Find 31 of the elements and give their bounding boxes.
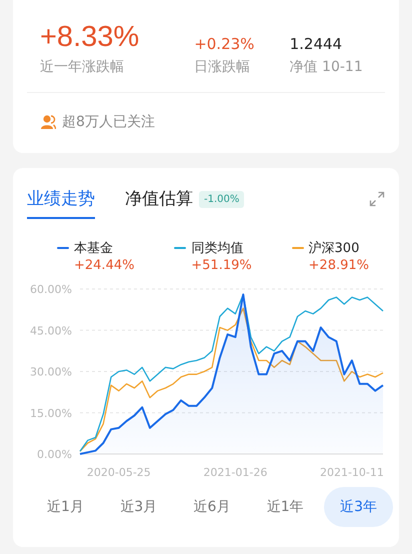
followers-text: 超8万人已关注 bbox=[62, 113, 155, 131]
stat-label: 净值 10-11 bbox=[290, 58, 364, 76]
x-axis-label: 2021-10-11 bbox=[320, 466, 384, 479]
legend-value: +24.44% bbox=[73, 258, 134, 273]
chart-tab[interactable]: 业绩走势 bbox=[27, 183, 95, 219]
legend-label: 本基金 bbox=[74, 240, 113, 257]
period-button[interactable]: 近1年 bbox=[250, 487, 320, 527]
x-axis-label: 2020-05-25 bbox=[86, 466, 151, 479]
y-axis-label: 30.00% bbox=[30, 366, 72, 378]
legend-label: 同类均值 bbox=[191, 240, 244, 257]
stat-value: +0.23% bbox=[194, 34, 256, 54]
y-axis-label: 15.00% bbox=[30, 406, 72, 420]
period-button[interactable]: 近3月 bbox=[104, 487, 174, 527]
stat-value: +8.33% bbox=[40, 20, 140, 54]
estimate-badge: -1.00% bbox=[199, 190, 244, 208]
stat-label: 日涨跌幅 bbox=[194, 58, 252, 76]
expand-icon[interactable] bbox=[369, 191, 385, 207]
period-button[interactable]: 近6月 bbox=[178, 487, 246, 527]
stat-label: 近一年涨跌幅 bbox=[40, 58, 125, 76]
y-axis-label: 60.00% bbox=[30, 283, 72, 296]
y-axis-label: 45.00% bbox=[30, 324, 72, 338]
legend-label: 沪深300 bbox=[308, 240, 360, 257]
x-axis-label: 2021-01-26 bbox=[203, 466, 268, 479]
stat-value: 1.2444 bbox=[290, 34, 344, 54]
period-button[interactable]: 近1月 bbox=[31, 487, 100, 527]
chart-tab[interactable]: 净值估算 bbox=[125, 183, 193, 219]
y-axis-label: 0.00% bbox=[37, 448, 72, 461]
period-button[interactable]: 近3年 bbox=[324, 487, 393, 527]
legend-value: +51.19% bbox=[190, 258, 252, 273]
people-icon bbox=[40, 114, 56, 130]
legend-value: +28.91% bbox=[308, 258, 369, 273]
